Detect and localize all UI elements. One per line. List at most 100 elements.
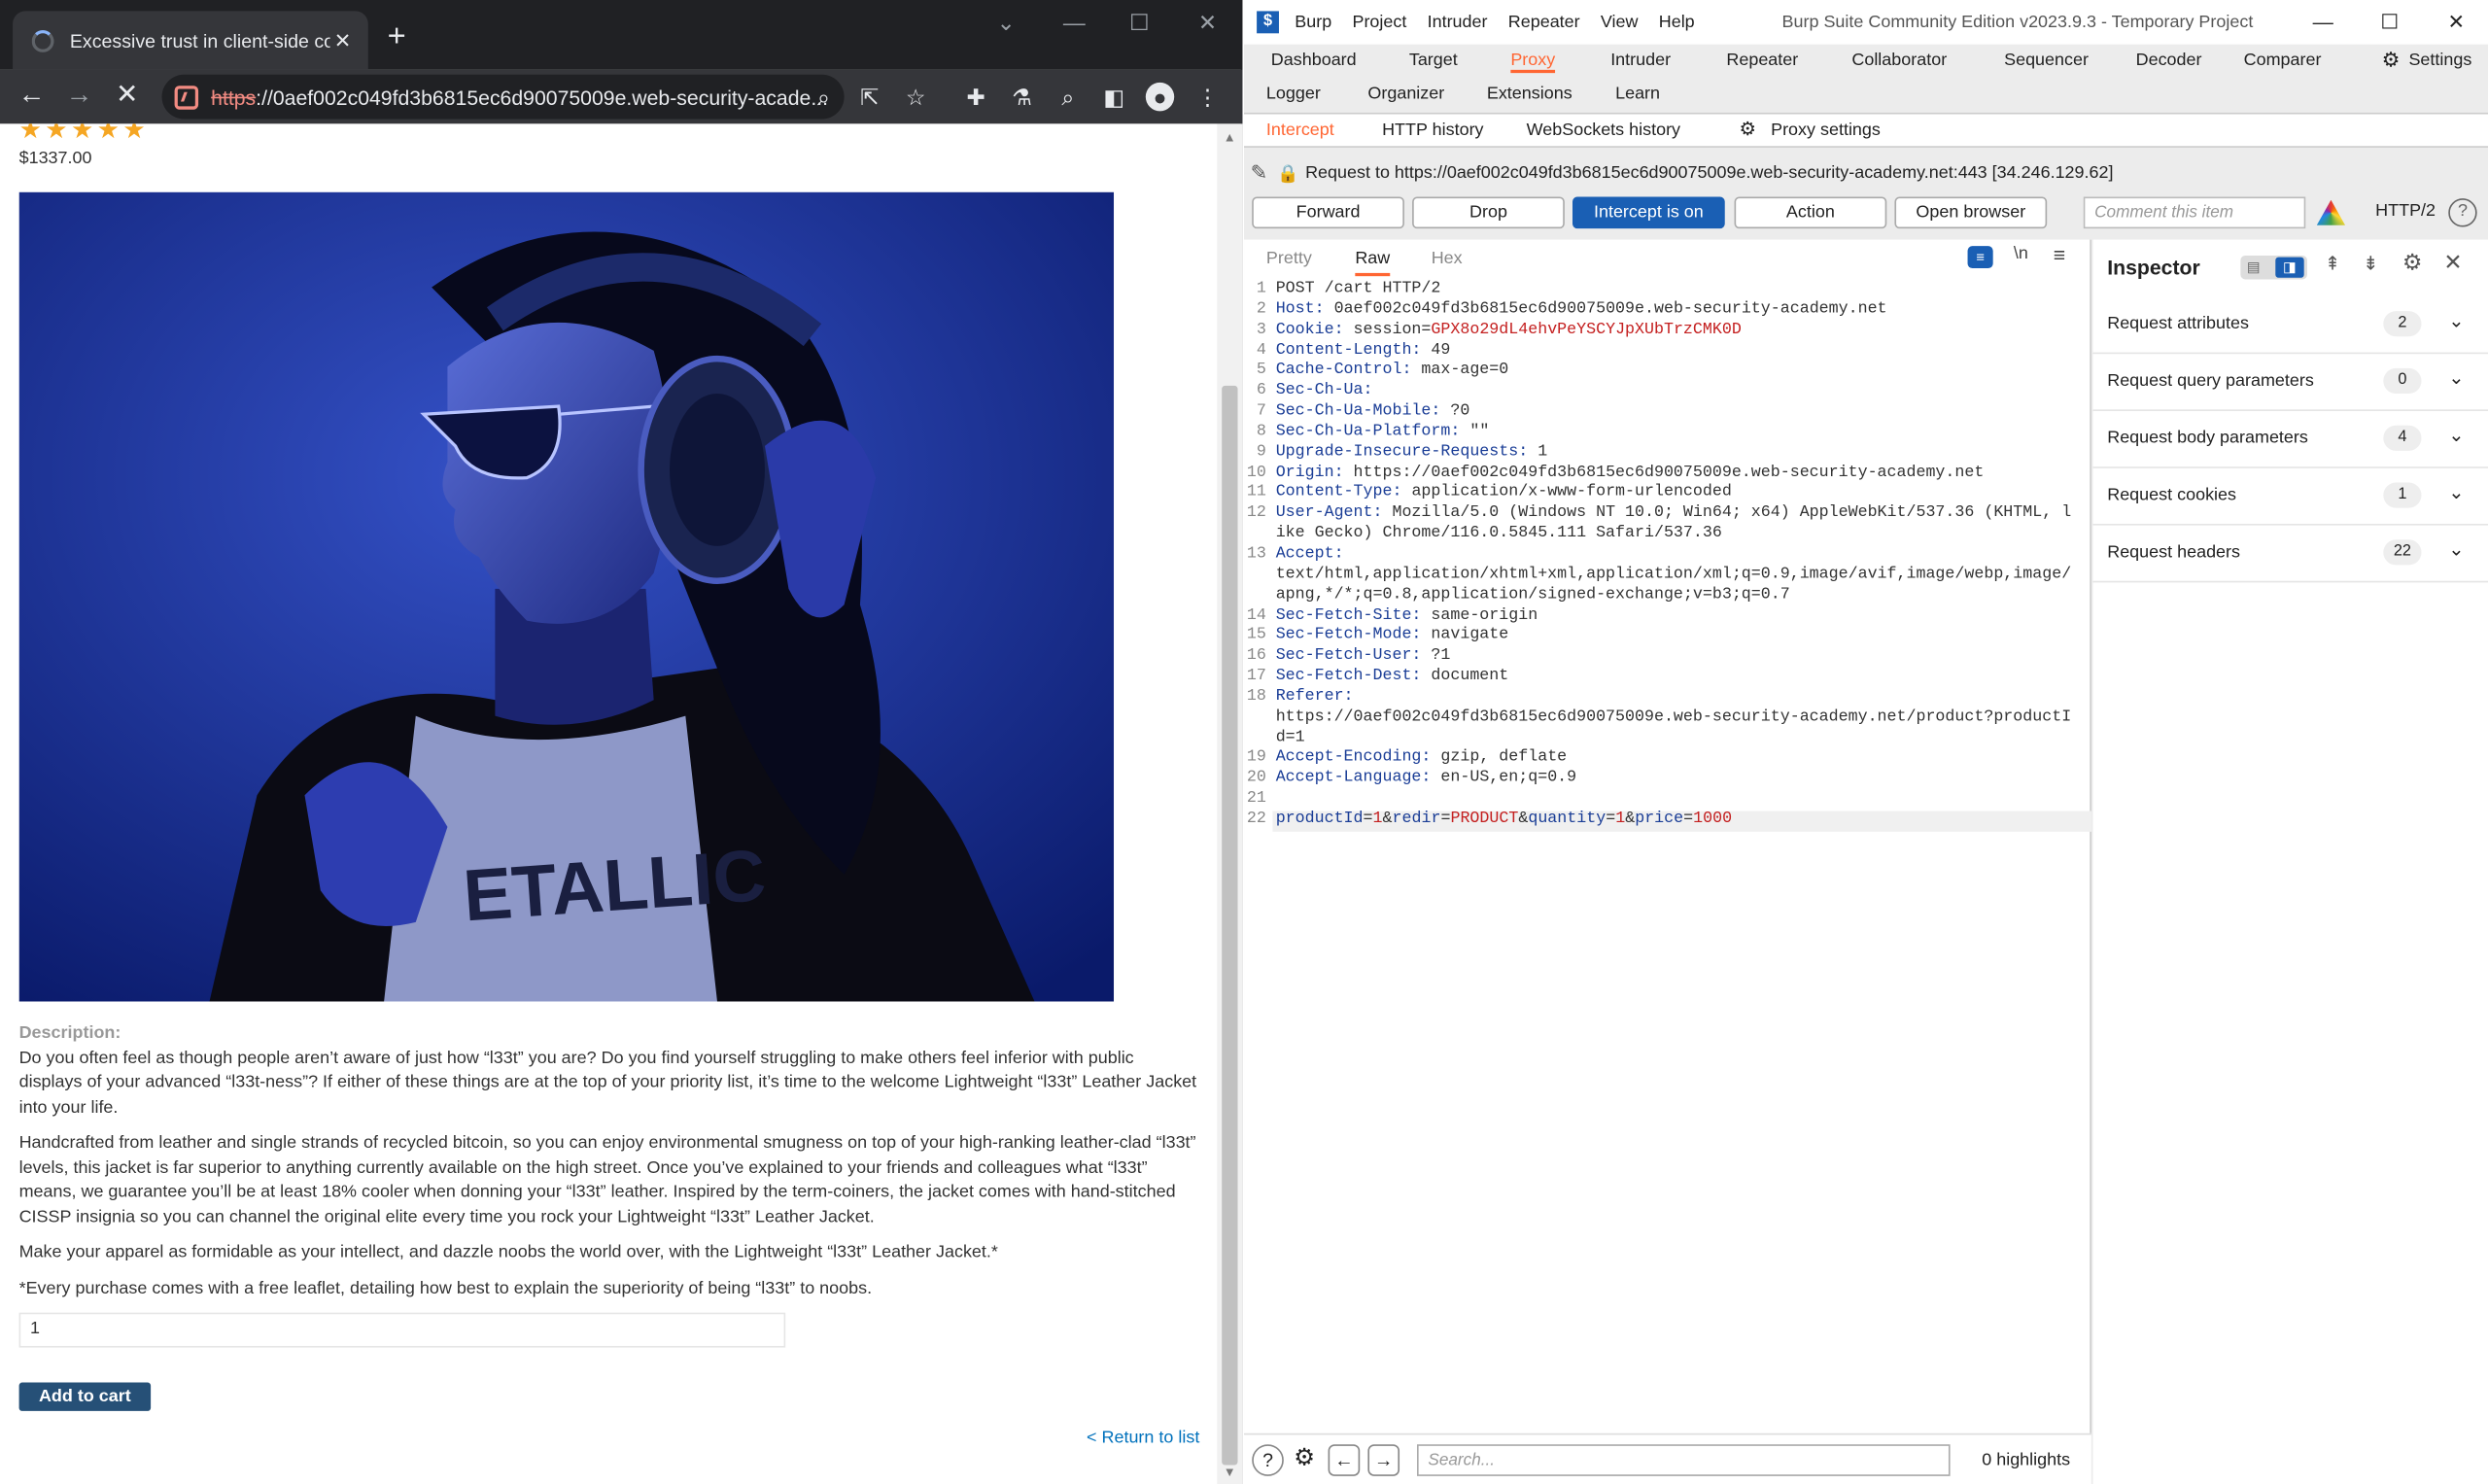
- expand-all-icon[interactable]: ⇞: [2325, 253, 2340, 275]
- new-tab-icon[interactable]: +: [381, 19, 413, 56]
- address-bar[interactable]: https ://0aef002c049fd3b6815ec6d90075009…: [161, 74, 845, 120]
- tab-learn[interactable]: Learn: [1615, 85, 1660, 104]
- request-code[interactable]: 1 POST /cart HTTP/2 2 Host: 0aef002c049fd3b…: [1244, 281, 2091, 832]
- tab-proxy-settings[interactable]: Proxy settings: [1771, 121, 1881, 140]
- wrap-lines-icon[interactable]: ≡: [1967, 246, 1993, 269]
- scroll-up-icon[interactable]: ▲: [1224, 130, 1236, 145]
- menu-intruder[interactable]: Intruder: [1428, 13, 1488, 32]
- tab-decoder[interactable]: Decoder: [2136, 51, 2202, 70]
- tab-search-icon[interactable]: ⌄: [990, 10, 1022, 37]
- previous-arrow-icon[interactable]: ←: [1328, 1444, 1361, 1476]
- inspector-row[interactable]: Request cookies 1 ⌄: [2092, 468, 2488, 526]
- inspector-row[interactable]: Request headers 22 ⌄: [2092, 526, 2488, 583]
- star-icon[interactable]: ☆: [901, 83, 929, 111]
- tab-sequencer[interactable]: Sequencer: [2004, 51, 2089, 70]
- body-param-token: =: [1440, 811, 1451, 829]
- stop-loading-icon[interactable]: ✕: [111, 80, 143, 112]
- inspector-row[interactable]: Request body parameters 4 ⌄: [2092, 411, 2488, 468]
- close-tab-icon[interactable]: ✕: [330, 28, 356, 53]
- chevron-down-icon[interactable]: ⌄: [2448, 481, 2464, 503]
- forward-button[interactable]: Forward: [1252, 196, 1404, 229]
- forward-icon[interactable]: →: [63, 80, 95, 112]
- chevron-down-icon[interactable]: ⌄: [2448, 538, 2464, 561]
- help-icon[interactable]: ?: [1252, 1444, 1284, 1476]
- action-button[interactable]: Action: [1734, 196, 1887, 229]
- search-icon[interactable]: ⌕: [810, 83, 838, 111]
- settings-gear-icon[interactable]: ⚙: [2382, 48, 2401, 73]
- chevron-down-icon[interactable]: ⌄: [2448, 309, 2464, 331]
- drop-button[interactable]: Drop: [1412, 196, 1565, 229]
- tab-intercept[interactable]: Intercept: [1266, 121, 1334, 140]
- chevron-down-icon[interactable]: ⌄: [2448, 366, 2464, 389]
- intercept-toggle-button[interactable]: Intercept is on: [1572, 196, 1725, 229]
- share-icon[interactable]: ⇱: [855, 83, 883, 111]
- maximize-icon[interactable]: ☐: [2374, 10, 2406, 35]
- scrollbar-thumb[interactable]: [1222, 385, 1238, 1466]
- edit-pencil-icon[interactable]: ✎: [1251, 160, 1268, 186]
- menu-repeater[interactable]: Repeater: [1508, 13, 1580, 32]
- not-secure-icon[interactable]: [174, 85, 199, 109]
- show-newlines-icon[interactable]: \n: [2014, 245, 2028, 264]
- inspector-row[interactable]: Request query parameters 0 ⌄: [2092, 354, 2488, 411]
- tab-collaborator[interactable]: Collaborator: [1851, 51, 1947, 70]
- minimize-icon[interactable]: —: [2307, 10, 2339, 33]
- profile-icon[interactable]: ●: [1145, 82, 1175, 112]
- http-version-label[interactable]: HTTP/2: [2375, 201, 2436, 221]
- tab-hex[interactable]: Hex: [1432, 249, 1463, 268]
- inspector-settings-icon[interactable]: ⚙: [2402, 249, 2423, 276]
- close-icon[interactable]: ✕: [2443, 249, 2462, 276]
- settings-gear-icon[interactable]: ⚙: [1289, 1444, 1321, 1476]
- open-browser-button[interactable]: Open browser: [1894, 196, 2048, 229]
- tab-extensions[interactable]: Extensions: [1487, 85, 1572, 104]
- tab-organizer[interactable]: Organizer: [1367, 85, 1444, 104]
- menu-icon[interactable]: ⋮: [1193, 83, 1222, 111]
- highlight-color-icon[interactable]: [2316, 199, 2346, 225]
- extensions-icon[interactable]: ✚: [961, 83, 989, 111]
- zoom-icon[interactable]: ⌕: [1054, 83, 1082, 111]
- return-to-list-link[interactable]: < Return to list: [1087, 1429, 1199, 1448]
- tab-raw[interactable]: Raw: [1355, 249, 1391, 277]
- line-content: Accept-Language: en-US,en;q=0.9: [1272, 771, 2091, 791]
- menu-project[interactable]: Project: [1352, 13, 1406, 32]
- tab-settings[interactable]: Settings: [2408, 51, 2471, 70]
- browser-tab[interactable]: Excessive trust in client-side cont ✕: [13, 11, 368, 70]
- maximize-icon[interactable]: ☐: [1123, 10, 1156, 37]
- help-icon[interactable]: ?: [2448, 198, 2477, 227]
- menu-burp[interactable]: Burp: [1295, 13, 1331, 32]
- labs-icon[interactable]: ⚗: [1008, 83, 1036, 111]
- comment-input[interactable]: Comment this item: [2083, 196, 2306, 229]
- chevron-down-icon[interactable]: ⌄: [2448, 424, 2464, 446]
- search-input[interactable]: Search...: [1417, 1444, 1951, 1476]
- tab-pretty[interactable]: Pretty: [1266, 249, 1312, 268]
- tab-intruder[interactable]: Intruder: [1610, 51, 1671, 70]
- back-icon[interactable]: ←: [16, 80, 48, 112]
- collapse-all-icon[interactable]: ⇟: [2363, 253, 2378, 275]
- menu-view[interactable]: View: [1601, 13, 1639, 32]
- quantity-input[interactable]: 1: [18, 1312, 786, 1348]
- tab-repeater[interactable]: Repeater: [1726, 51, 1798, 70]
- tab-dashboard[interactable]: Dashboard: [1271, 51, 1357, 70]
- layout-list-icon[interactable]: ▤: [2247, 259, 2261, 276]
- inspector-row[interactable]: Request attributes 2 ⌄: [2092, 296, 2488, 355]
- menu-help[interactable]: Help: [1659, 13, 1695, 32]
- scroll-down-icon[interactable]: ▼: [1224, 1465, 1236, 1479]
- tab-target[interactable]: Target: [1409, 51, 1458, 70]
- code-line: 11 Content-Type: application/x-www-form-u…: [1244, 485, 2091, 505]
- minimize-icon[interactable]: —: [1058, 10, 1090, 35]
- proxy-settings-gear-icon[interactable]: ⚙: [1739, 118, 1756, 140]
- editor-menu-icon[interactable]: ≡: [2054, 243, 2065, 266]
- sidebar-icon[interactable]: ◧: [1099, 83, 1127, 111]
- page-scrollbar[interactable]: ▲ ▼: [1217, 123, 1243, 1484]
- tab-http-history[interactable]: HTTP history: [1382, 121, 1483, 140]
- close-window-icon[interactable]: ✕: [1192, 10, 1224, 37]
- close-window-icon[interactable]: ✕: [2440, 10, 2472, 35]
- tab-logger[interactable]: Logger: [1266, 85, 1321, 104]
- tab-proxy[interactable]: Proxy: [1510, 51, 1556, 74]
- add-to-cart-button[interactable]: Add to cart: [18, 1382, 152, 1411]
- next-arrow-icon[interactable]: →: [1367, 1444, 1400, 1476]
- tab-comparer[interactable]: Comparer: [2244, 51, 2322, 70]
- layout-split-icon[interactable]: ◨: [2275, 257, 2304, 278]
- header-value: same-origin: [1421, 606, 1538, 625]
- layout-toggle[interactable]: ▤ ◨: [2240, 255, 2307, 280]
- tab-websockets-history[interactable]: WebSockets history: [1527, 121, 1680, 140]
